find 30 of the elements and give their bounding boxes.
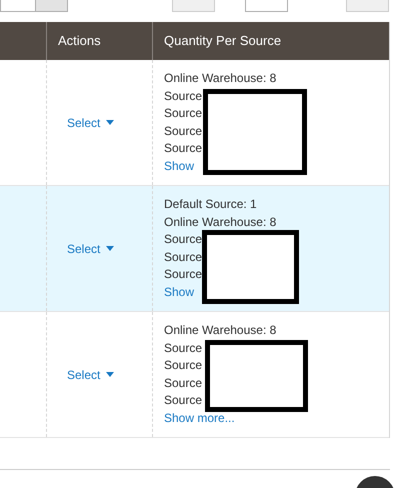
page-number-field[interactable] — [245, 0, 288, 12]
source-quantity: Source — [164, 88, 202, 104]
caret-icon — [106, 120, 114, 125]
caret-icon — [106, 372, 114, 377]
source-quantity: Source — [164, 340, 202, 356]
source-quantity: Online Warehouse: 8 — [164, 322, 276, 339]
source-quantity: Source — [164, 231, 202, 248]
source-quantity: Online Warehouse: 8 — [164, 70, 276, 87]
column-header: Quantity Per Source — [164, 32, 282, 50]
source-quantity: Source — [164, 266, 202, 283]
source-quantity: Source — [164, 392, 202, 409]
source-quantity: Source — [164, 357, 202, 374]
source-quantity: Source — [164, 140, 202, 157]
next-page-button[interactable] — [346, 0, 389, 12]
source-quantity: Default Source: 1 — [164, 196, 257, 213]
previous-page-button[interactable] — [172, 0, 215, 12]
show-more-link[interactable]: Show — [164, 158, 194, 175]
source-quantity: Online Warehouse: 8 — [164, 214, 276, 230]
source-quantity: Source — [164, 122, 202, 140]
show-more-link[interactable]: Show — [164, 284, 194, 301]
column-header: Actions — [58, 32, 101, 50]
source-quantity: Source — [164, 105, 202, 122]
select-dropdown[interactable]: Select — [67, 114, 114, 132]
source-quantity: Source — [164, 374, 202, 392]
select-dropdown[interactable]: Select — [67, 240, 114, 258]
source-quantity: Source — [164, 248, 202, 266]
caret-icon — [106, 246, 114, 251]
select-dropdown[interactable]: Select — [67, 366, 114, 384]
per-page-select[interactable] — [0, 0, 68, 12]
show-more-link[interactable]: Show more... — [164, 410, 235, 427]
